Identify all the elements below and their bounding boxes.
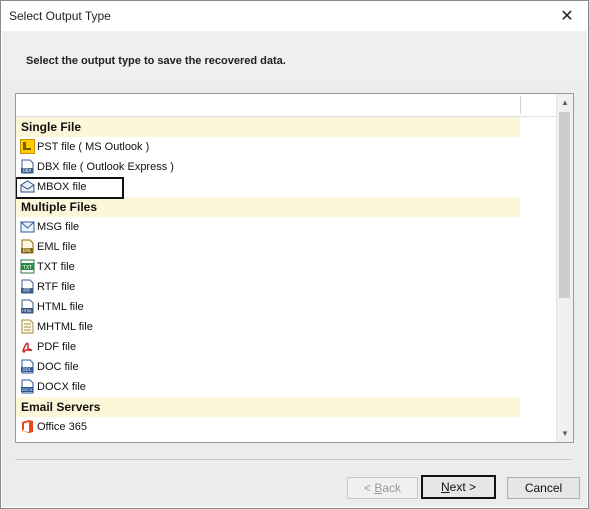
vertical-scrollbar[interactable]: ▲ ▼ bbox=[556, 94, 573, 442]
list-item-mhtml[interactable]: MHTML file bbox=[16, 317, 556, 337]
doc-icon: DOC bbox=[21, 359, 34, 374]
back-button-accel: B bbox=[374, 481, 383, 495]
cancel-button[interactable]: Cancel bbox=[507, 477, 580, 499]
list-item-pdf[interactable]: PDF file bbox=[16, 337, 556, 357]
next-button-accel: N bbox=[440, 480, 450, 494]
group-header-multiple-files: Multiple Files bbox=[16, 197, 520, 217]
svg-text:DOC: DOC bbox=[22, 367, 31, 372]
scroll-down-icon[interactable]: ▼ bbox=[557, 425, 573, 442]
list-item-pst[interactable]: PST file ( MS Outlook ) bbox=[16, 137, 556, 157]
docx-icon: DOCX bbox=[21, 379, 34, 394]
window-title: Select Output Type bbox=[9, 9, 111, 23]
list-item-mbox[interactable]: MBOX file bbox=[16, 177, 556, 199]
svg-text:TXT: TXT bbox=[22, 265, 33, 271]
scroll-up-icon[interactable]: ▲ bbox=[557, 94, 573, 111]
back-button-prefix: < bbox=[363, 481, 375, 495]
list-item-txt[interactable]: TXT TXT file bbox=[16, 257, 556, 277]
item-label: MHTML file bbox=[37, 321, 93, 333]
close-icon[interactable]: ✕ bbox=[554, 5, 580, 27]
list-item-rtf[interactable]: RTF RTF file bbox=[16, 277, 556, 297]
pdf-icon bbox=[21, 340, 34, 354]
back-button[interactable]: < Back bbox=[347, 477, 418, 499]
item-label: RTF file bbox=[37, 281, 76, 293]
item-label: Office 365 bbox=[37, 421, 87, 433]
item-label: TXT file bbox=[37, 261, 75, 273]
item-label: PDF file bbox=[37, 341, 77, 353]
item-label: DOCX file bbox=[37, 381, 86, 393]
msg-icon bbox=[20, 221, 35, 233]
item-label: MBOX file bbox=[37, 181, 87, 193]
list-item-doc[interactable]: DOC DOC file bbox=[16, 357, 556, 377]
output-type-list[interactable]: Single File PST file ( MS Outlook ) DBX bbox=[15, 93, 574, 443]
txt-icon: TXT bbox=[20, 259, 35, 274]
svg-text:HTML: HTML bbox=[22, 309, 32, 313]
mhtml-icon bbox=[21, 319, 34, 334]
pst-icon bbox=[20, 139, 35, 154]
group-header-single-file: Single File bbox=[16, 117, 520, 137]
item-label: EML file bbox=[37, 241, 77, 253]
list-item-office365[interactable]: Office 365 bbox=[16, 417, 556, 437]
html-icon: HTML bbox=[21, 299, 34, 314]
svg-text:RTF: RTF bbox=[23, 288, 31, 293]
scroll-thumb[interactable] bbox=[559, 112, 570, 298]
list-item-dbx[interactable]: DBX DBX file ( Outlook Express ) bbox=[16, 157, 556, 177]
list-item-eml[interactable]: EML EML file bbox=[16, 237, 556, 257]
list-item-docx[interactable]: DOCX DOCX file bbox=[16, 377, 556, 397]
list-item-msg[interactable]: MSG file bbox=[16, 217, 556, 237]
list-item-html[interactable]: HTML HTML file bbox=[16, 297, 556, 317]
item-label: MSG file bbox=[37, 221, 80, 233]
dialog-content: Select the output type to save the recov… bbox=[2, 31, 587, 507]
back-button-rest: ack bbox=[382, 481, 402, 495]
dialog-window: Select Output Type ✕ Select the output t… bbox=[0, 0, 589, 509]
footer-separator bbox=[15, 459, 572, 460]
list-rows: Single File PST file ( MS Outlook ) DBX bbox=[16, 117, 556, 437]
item-label: PST file ( MS Outlook ) bbox=[37, 141, 150, 153]
next-button-rest: ext > bbox=[449, 480, 477, 494]
mbox-icon bbox=[20, 180, 35, 193]
next-button[interactable]: Next > bbox=[421, 475, 496, 499]
list-column-header bbox=[16, 94, 556, 117]
dbx-icon: DBX bbox=[21, 159, 34, 174]
item-label: DBX file ( Outlook Express ) bbox=[37, 161, 174, 173]
svg-text:EML: EML bbox=[23, 248, 32, 253]
svg-text:DOCX: DOCX bbox=[22, 388, 33, 392]
instruction-text: Select the output type to save the recov… bbox=[26, 55, 286, 67]
title-bar: Select Output Type ✕ bbox=[1, 1, 588, 31]
item-label: DOC file bbox=[37, 361, 79, 373]
svg-text:DBX: DBX bbox=[23, 168, 32, 173]
header-band: Select the output type to save the recov… bbox=[2, 31, 587, 79]
item-label: HTML file bbox=[37, 301, 84, 313]
office365-icon bbox=[22, 420, 33, 433]
rtf-icon: RTF bbox=[21, 279, 34, 294]
column-divider[interactable] bbox=[520, 96, 521, 114]
group-header-email-servers: Email Servers bbox=[16, 397, 520, 417]
eml-icon: EML bbox=[21, 239, 34, 254]
